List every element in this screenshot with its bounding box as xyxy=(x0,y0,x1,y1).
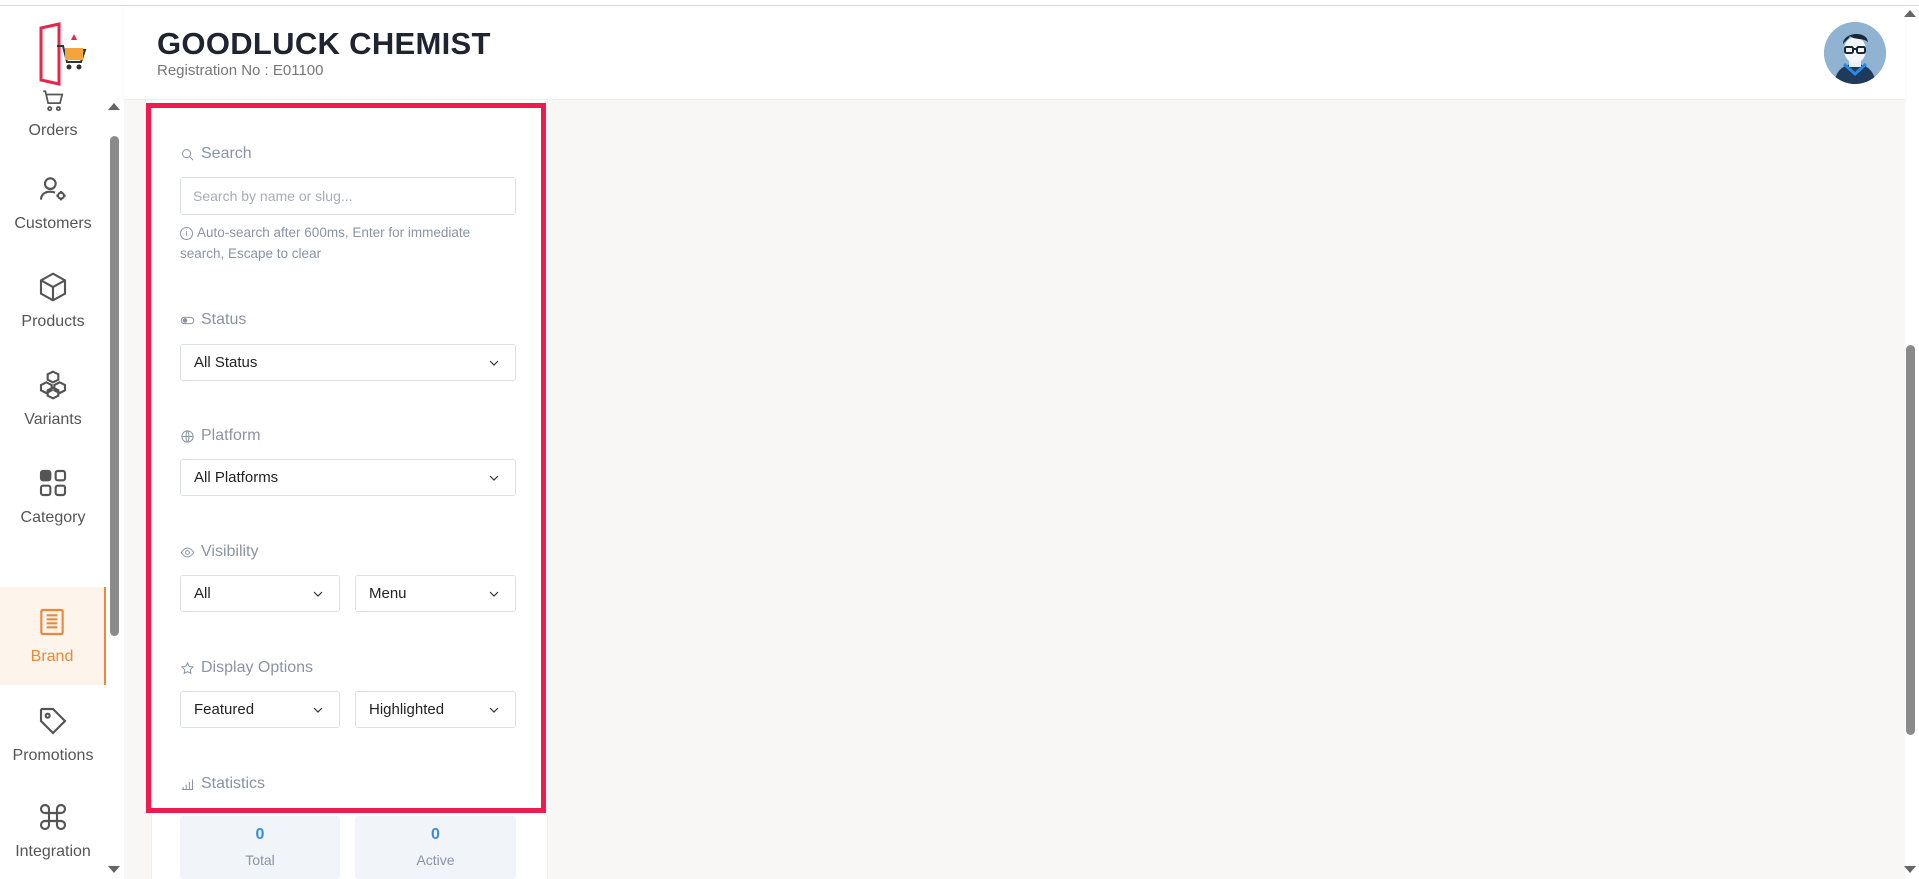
statistics-section-label: Statistics xyxy=(180,775,265,793)
highlighted-select[interactable]: Highlighted xyxy=(355,691,516,728)
sidebar: Orders Customers Products Variants Categ… xyxy=(0,6,106,879)
box-icon xyxy=(39,272,67,302)
page-header: GOODLUCK CHEMIST Registration No : E0110… xyxy=(124,6,1905,100)
chevron-down-icon xyxy=(489,475,499,481)
registration-number: Registration No : E01100 xyxy=(157,62,324,79)
sidebar-scrollbar-thumb[interactable] xyxy=(110,136,119,636)
stat-total-label: Total xyxy=(245,852,275,868)
page-scroll-down-button[interactable] xyxy=(1904,866,1916,873)
visibility-section-label: Visibility xyxy=(180,543,259,561)
sidebar-item-category[interactable]: Category xyxy=(0,448,106,546)
user-settings-icon xyxy=(39,177,66,201)
avatar[interactable] xyxy=(1824,22,1886,84)
visibility-label-text: Visibility xyxy=(201,543,259,560)
platform-select-value: All Platforms xyxy=(194,469,279,486)
stat-active-value: 0 xyxy=(431,826,440,843)
search-hint-text: Auto-search after 600ms, Enter for immed… xyxy=(180,225,471,261)
visibility-select-value: All xyxy=(194,585,211,602)
search-hint: i Auto-search after 600ms, Enter for imme… xyxy=(180,222,516,264)
avatar-icon xyxy=(1824,22,1886,84)
chevron-down-icon xyxy=(313,707,323,713)
sidebar-item-label: Promotions xyxy=(12,747,94,764)
sidebar-item-label: Orders xyxy=(28,122,78,139)
page-scroll-up-button[interactable] xyxy=(1904,10,1916,17)
featured-select[interactable]: Featured xyxy=(180,691,340,728)
search-label-text: Search xyxy=(201,145,252,162)
sidebar-item-orders[interactable]: Orders xyxy=(0,86,106,154)
store-title: GOODLUCK CHEMIST xyxy=(157,26,491,61)
toggle-icon xyxy=(180,316,195,324)
sidebar-item-label: Products xyxy=(21,313,85,330)
platform-label-text: Platform xyxy=(201,427,261,444)
sidebar-scroll-up-button[interactable] xyxy=(108,103,120,110)
display-options-section-label: Display Options xyxy=(180,659,313,677)
chevron-down-icon xyxy=(489,707,499,713)
app-logo[interactable] xyxy=(33,22,87,88)
sidebar-item-products[interactable]: Products xyxy=(0,252,106,350)
display-options-label-text: Display Options xyxy=(201,659,314,676)
bar-chart-icon xyxy=(181,779,194,790)
sidebar-item-label: Integration xyxy=(15,842,91,860)
statistics-label-text: Statistics xyxy=(201,775,266,792)
sidebar-item-variants[interactable]: Variants xyxy=(0,350,106,448)
cart-icon xyxy=(43,90,64,112)
sidebar-item-integration[interactable]: Integration xyxy=(0,782,106,879)
search-input[interactable] xyxy=(180,177,516,215)
command-icon xyxy=(39,803,67,830)
stat-total-card: 0 Total xyxy=(180,816,340,879)
platform-select[interactable]: All Platforms xyxy=(180,459,516,496)
sidebar-item-label: Customers xyxy=(14,215,92,232)
sidebar-item-label: Brand xyxy=(30,648,74,665)
info-icon: i xyxy=(180,227,193,240)
brand-icon xyxy=(40,608,64,636)
status-select-value: All Status xyxy=(194,354,258,371)
sidebar-item-promotions[interactable]: Promotions xyxy=(0,686,106,784)
status-section-label: Status xyxy=(180,311,246,329)
sidebar-item-label: Variants xyxy=(24,411,82,428)
page-scrollbar-thumb[interactable] xyxy=(1906,345,1915,735)
chevron-down-icon xyxy=(313,591,323,597)
visibility-select[interactable]: All xyxy=(180,575,340,612)
logo-icon xyxy=(39,22,87,86)
sidebar-scroll-down-button[interactable] xyxy=(108,866,120,873)
globe-icon xyxy=(181,429,194,443)
sidebar-item-customers[interactable]: Customers xyxy=(0,154,106,252)
chevron-down-icon xyxy=(489,360,499,366)
status-label-text: Status xyxy=(201,311,247,328)
status-select[interactable]: All Status xyxy=(180,344,516,381)
platform-section-label: Platform xyxy=(180,427,261,445)
chevron-down-icon xyxy=(489,591,499,597)
search-icon xyxy=(182,148,194,160)
sidebar-item-brand[interactable]: Brand xyxy=(0,587,106,685)
stat-active-label: Active xyxy=(416,852,455,868)
sidebar-item-label: Category xyxy=(20,509,86,526)
menu-select-value: Menu xyxy=(369,585,407,602)
grid-icon xyxy=(39,469,67,497)
star-icon xyxy=(180,661,195,674)
featured-select-value: Featured xyxy=(194,701,255,718)
stat-total-value: 0 xyxy=(255,826,265,843)
highlighted-select-value: Highlighted xyxy=(369,701,445,718)
tag-icon xyxy=(39,707,67,735)
menu-visibility-select[interactable]: Menu xyxy=(355,575,516,612)
eye-icon xyxy=(180,547,195,557)
search-section-label: Search xyxy=(180,145,252,163)
boxes-icon xyxy=(39,370,67,400)
stat-active-card: 0 Active xyxy=(355,816,516,879)
